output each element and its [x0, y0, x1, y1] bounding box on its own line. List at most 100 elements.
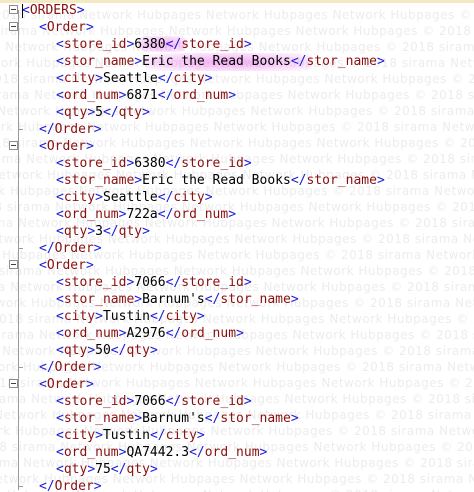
field-line-city[interactable]: <city>Tustin</city>: [0, 427, 474, 444]
field-line-qty[interactable]: <qty>75</qty>: [0, 461, 474, 478]
order-close-line[interactable]: </Order>: [0, 121, 474, 138]
tag-name: city: [63, 71, 96, 86]
tag-name: qty: [63, 462, 88, 477]
tag-name: store_id: [181, 37, 244, 52]
field-line-city[interactable]: <city>Tustin</city>: [0, 308, 474, 325]
tag-name: city: [165, 428, 197, 443]
line-text: <qty>5</qty>: [56, 104, 150, 121]
tag-name: stor_name: [220, 411, 291, 426]
tag-name: store_id: [63, 275, 127, 290]
order-close-line[interactable]: </Order>: [0, 240, 474, 257]
element-value: 5: [95, 105, 103, 120]
collapse-toggle-icon[interactable]: [9, 260, 18, 269]
tag-name: stor_name: [63, 292, 135, 307]
element-value: Barnum's: [142, 411, 205, 426]
collapse-toggle-icon[interactable]: [9, 379, 18, 388]
bracket: >: [95, 428, 103, 443]
element-value: 722a: [126, 207, 158, 222]
collapse-toggle-icon[interactable]: [9, 5, 18, 14]
tag-name: city: [63, 190, 96, 205]
field-line-store-id[interactable]: <store_id>7066</store_id>: [0, 274, 474, 291]
bracket: </: [189, 445, 205, 460]
bracket: >: [76, 3, 85, 18]
collapse-toggle-icon[interactable]: [9, 22, 18, 31]
line-text: <ord_num>6871</ord_num>: [56, 87, 236, 104]
bracket: >: [149, 343, 158, 358]
bracket: >: [259, 445, 268, 460]
element-value: Seattle: [102, 71, 158, 86]
order-close-line[interactable]: </Order>: [0, 478, 474, 492]
line-text: </Order>: [39, 359, 102, 376]
field-line-ord-num[interactable]: <ord_num>722a</ord_num>: [0, 206, 474, 223]
element-value: Seattle: [102, 190, 158, 205]
bracket: >: [85, 377, 94, 392]
field-line-stor-name[interactable]: <stor_name>Barnum's</stor_name>: [0, 410, 474, 427]
tag-name: city: [173, 190, 205, 205]
order-close-line[interactable]: </Order>: [0, 359, 474, 376]
bracket: <: [39, 258, 47, 273]
tag-name: qty: [118, 105, 143, 120]
tag-name: city: [165, 309, 197, 324]
bracket: <: [56, 292, 64, 307]
bracket: >: [290, 411, 299, 426]
bracket: </: [39, 479, 55, 492]
xml-editor[interactable]: 2018 sirama Network Hubpages Network Hub…: [0, 0, 474, 492]
bracket: >: [85, 258, 94, 273]
tag-name: stor_name: [63, 173, 135, 188]
field-line-qty[interactable]: <qty>50</qty>: [0, 342, 474, 359]
tag-name: ord_num: [63, 207, 119, 222]
bracket: </: [290, 54, 307, 69]
root-open-line[interactable]: <ORDERS>: [0, 2, 474, 19]
bracket: >: [134, 173, 143, 188]
tag-name: ord_num: [63, 88, 119, 103]
code-area[interactable]: <ORDERS> <Order> <store_id>6380</store_id>…: [0, 2, 474, 492]
bracket: <: [56, 71, 64, 86]
element-value: 6380: [134, 156, 166, 171]
field-line-ord-num[interactable]: <ord_num>QA7442.3</ord_num>: [0, 444, 474, 461]
bracket: >: [196, 428, 205, 443]
bracket: <: [56, 411, 64, 426]
bracket: </: [110, 343, 127, 358]
field-line-ord-num[interactable]: <ord_num>6871</ord_num>: [0, 87, 474, 104]
field-line-stor-name[interactable]: <stor_name>Eric the Read Books</stor_nam…: [0, 172, 474, 189]
collapse-toggle-icon[interactable]: [9, 141, 18, 150]
field-line-ord-num[interactable]: <ord_num>A2976</ord_num>: [0, 325, 474, 342]
order-open-line[interactable]: <Order>: [0, 138, 474, 155]
bracket: <: [56, 173, 64, 188]
bracket: </: [165, 394, 182, 409]
line-text: <store_id>6380</store_id>: [56, 155, 252, 172]
tag-name: Order: [54, 241, 94, 256]
bracket: </: [39, 241, 55, 256]
order-open-line[interactable]: <Order>: [0, 376, 474, 393]
line-text: <Order>: [39, 257, 94, 274]
bracket: >: [376, 54, 385, 69]
field-line-store-id[interactable]: <store_id>6380</store_id>: [0, 36, 474, 53]
bracket: <: [56, 309, 64, 324]
line-text: <stor_name>Barnum's</stor_name>: [56, 291, 299, 308]
field-line-store-id[interactable]: <store_id>7066</store_id>: [0, 393, 474, 410]
field-line-city[interactable]: <city>Seattle</city>: [0, 189, 474, 206]
bracket: >: [134, 411, 143, 426]
field-line-qty[interactable]: <qty>5</qty>: [0, 104, 474, 121]
field-line-stor-name[interactable]: <stor_name>Barnum's</stor_name>: [0, 291, 474, 308]
field-line-store-id[interactable]: <store_id>6380</store_id>: [0, 155, 474, 172]
bracket: >: [376, 173, 385, 188]
element-value: Tustin: [102, 428, 150, 443]
bracket: >: [204, 71, 213, 86]
line-text: <ord_num>A2976</ord_num>: [56, 325, 244, 342]
field-line-city[interactable]: <city>Seattle</city>: [0, 70, 474, 87]
element-value: 50: [95, 343, 111, 358]
bracket: >: [228, 88, 237, 103]
line-text: </Order>: [39, 478, 102, 492]
order-open-line[interactable]: <Order>: [0, 19, 474, 36]
order-open-line[interactable]: <Order>: [0, 257, 474, 274]
element-value: 6380: [134, 37, 166, 52]
bracket: >: [243, 275, 252, 290]
bracket: <: [56, 156, 64, 171]
bracket: <: [56, 275, 64, 290]
bracket: </: [165, 156, 182, 171]
field-line-stor-name[interactable]: <stor_name>Eric the Read Books</stor_nam…: [0, 53, 474, 70]
field-line-qty[interactable]: <qty>3</qty>: [0, 223, 474, 240]
bracket: </: [157, 207, 174, 222]
tag-name: Order: [46, 20, 86, 35]
